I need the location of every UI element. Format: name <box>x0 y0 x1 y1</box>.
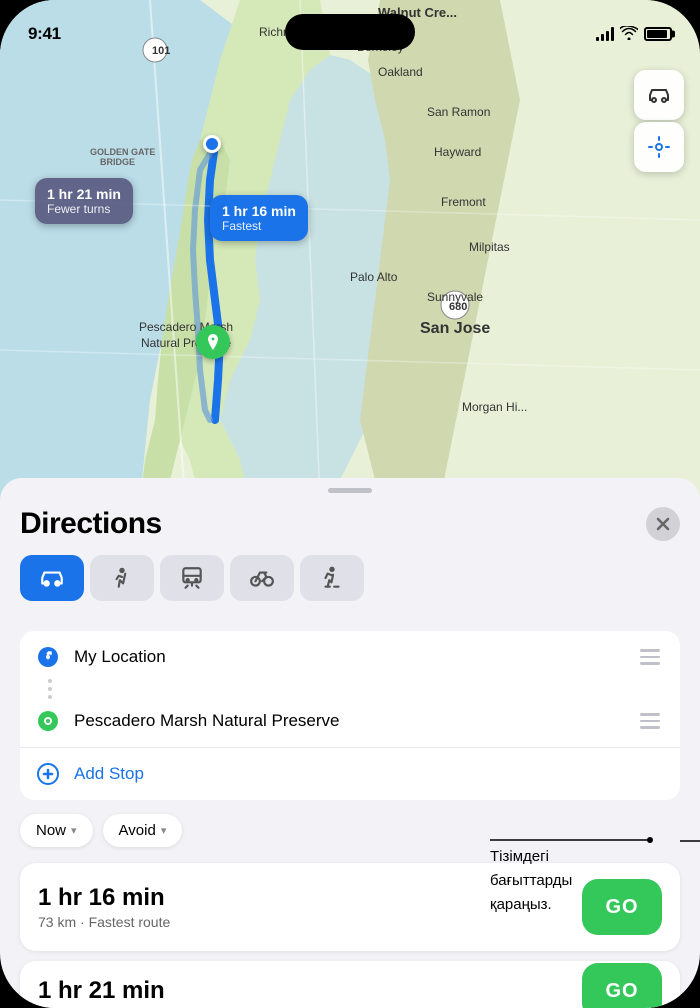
route-card-2[interactable]: 1 hr 21 min GO <box>20 961 680 1008</box>
close-button[interactable] <box>646 507 680 541</box>
avoid-chevron-icon: ▾ <box>161 824 167 837</box>
avoid-option-label: Avoid <box>119 822 156 839</box>
svg-text:680: 680 <box>449 301 467 313</box>
time-option-label: Now <box>36 822 66 839</box>
route-2-info: 1 hr 21 min <box>38 977 582 1005</box>
go-button-2[interactable]: GO <box>582 963 662 1008</box>
from-location-row[interactable]: My Location <box>20 631 680 683</box>
tab-bike[interactable] <box>230 555 294 601</box>
to-drag-handle[interactable] <box>640 709 664 733</box>
from-drag-handle[interactable] <box>640 645 664 669</box>
time-option[interactable]: Now ▾ <box>20 814 93 847</box>
tab-walk[interactable] <box>90 555 154 601</box>
to-location-text: Pescadero Marsh Natural Preserve <box>74 711 626 731</box>
status-icons <box>596 26 672 43</box>
sheet-title: Directions <box>20 507 162 541</box>
dynamic-island <box>285 14 415 50</box>
to-location-icon <box>36 709 60 733</box>
map-area[interactable]: GOLDEN GATE BRIDGE 101 680 Richmond Berk… <box>0 0 700 500</box>
add-stop-row[interactable]: Add Stop <box>20 747 680 800</box>
location-button[interactable] <box>634 122 684 172</box>
status-time: 9:41 <box>28 24 61 44</box>
from-location-icon <box>36 645 60 669</box>
current-location-dot <box>203 135 221 153</box>
add-stop-text: Add Stop <box>74 764 664 784</box>
location-fields: My Location <box>20 631 680 800</box>
tab-car[interactable] <box>20 555 84 601</box>
route-2-time: 1 hr 21 min <box>38 977 582 1005</box>
transport-tabs <box>20 555 680 601</box>
svg-text:GOLDEN GATE: GOLDEN GATE <box>90 147 155 157</box>
route-label-fastest[interactable]: 1 hr 16 min Fastest <box>210 195 308 241</box>
to-location-row[interactable]: Pescadero Marsh Natural Preserve <box>20 695 680 747</box>
route-label-fewer-turns[interactable]: 1 hr 21 min Fewer turns <box>35 178 133 224</box>
add-stop-icon <box>36 762 60 786</box>
battery-icon <box>644 27 672 41</box>
time-chevron-icon: ▾ <box>71 824 77 837</box>
annotation-container: Тізімдегібағыттардықараңыз. <box>490 820 690 917</box>
wifi-icon <box>620 26 638 43</box>
sheet-header: Directions <box>0 493 700 631</box>
sheet-title-row: Directions <box>20 493 680 555</box>
signal-bars-icon <box>596 27 614 41</box>
avoid-option[interactable]: Avoid ▾ <box>103 814 183 847</box>
tab-hike[interactable] <box>300 555 364 601</box>
from-location-text: My Location <box>74 647 626 667</box>
car-mode-button[interactable] <box>634 70 684 120</box>
destination-pin <box>196 325 230 359</box>
map-buttons <box>634 70 684 172</box>
directions-sheet: Directions <box>0 478 700 1008</box>
tab-transit[interactable] <box>160 555 224 601</box>
svg-text:BRIDGE: BRIDGE <box>100 157 135 167</box>
